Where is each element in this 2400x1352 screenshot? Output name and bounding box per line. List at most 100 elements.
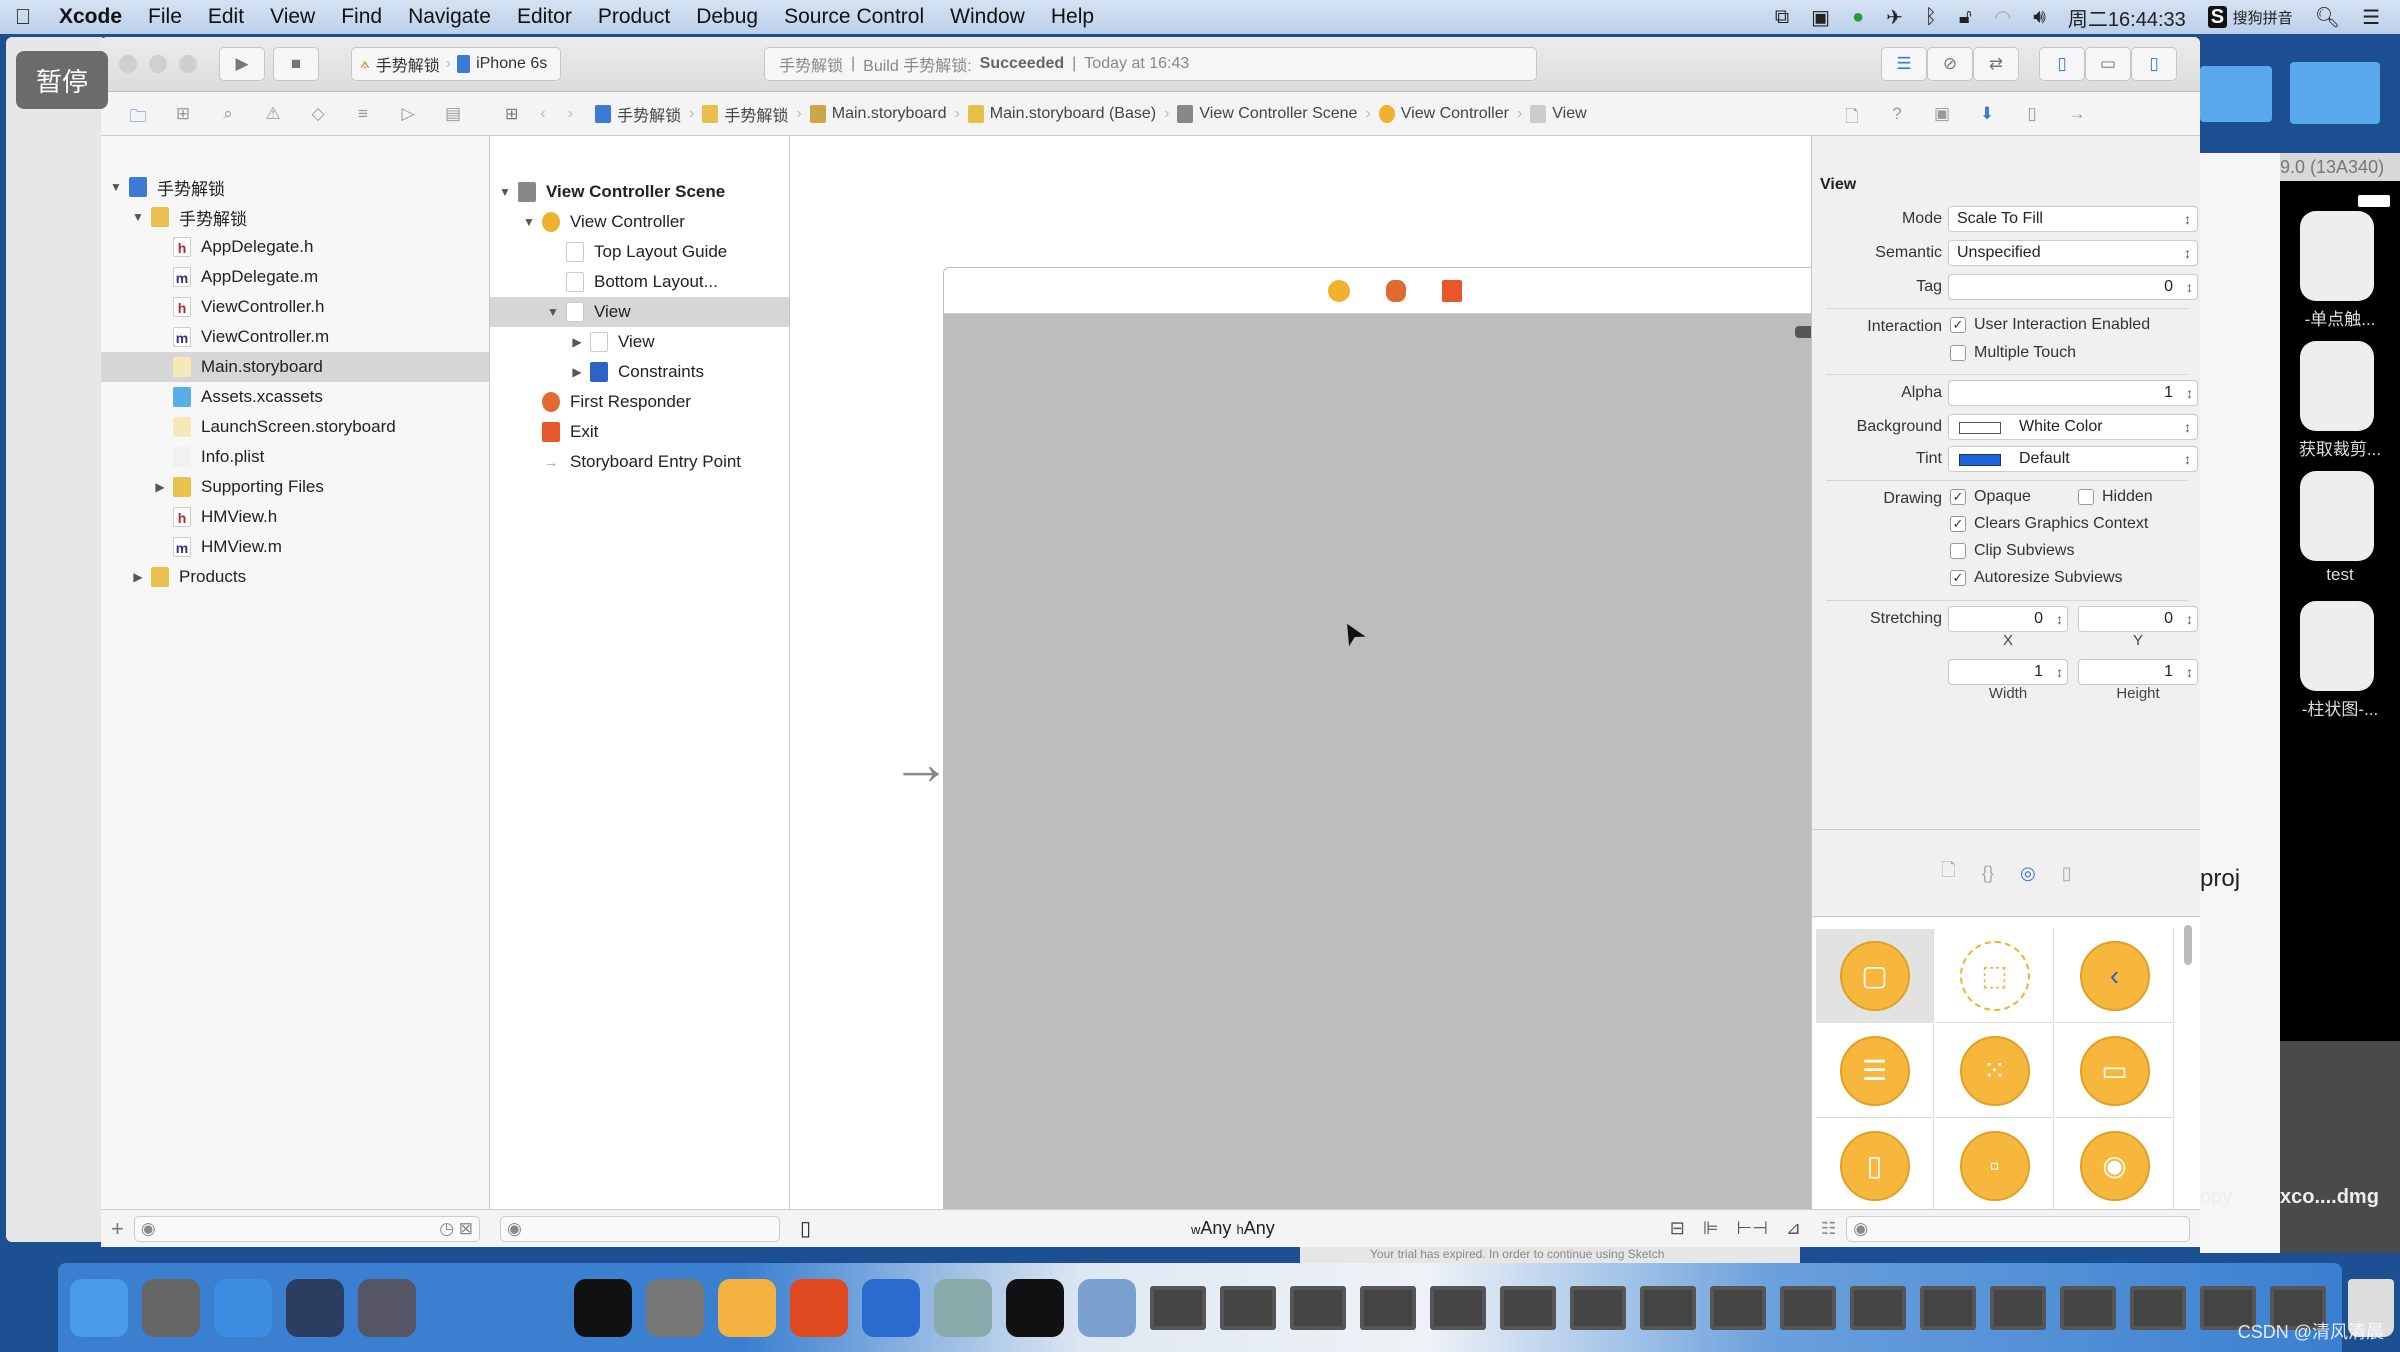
outline-item[interactable]: First Responder xyxy=(490,387,789,417)
wifi-icon[interactable]: ◠ xyxy=(1994,5,2011,30)
library-scrollbar[interactable] xyxy=(2184,925,2192,965)
file-template-library-icon[interactable]: 🗋︎ xyxy=(1941,858,1955,888)
library-item-table-view-controller[interactable]: ☰ xyxy=(1816,1024,1934,1118)
mode-select[interactable]: Scale To Fill xyxy=(1948,206,2198,232)
clock[interactable]: 周二16:44:33 xyxy=(2068,3,2186,32)
navigator-item[interactable]: m ViewController.m xyxy=(101,322,489,352)
volume-icon[interactable]: 🔊︎ xyxy=(2033,6,2046,29)
app-icon[interactable] xyxy=(2300,211,2374,301)
menu-product[interactable]: Product xyxy=(585,5,683,29)
dock-mouse-app-icon[interactable] xyxy=(286,1278,344,1337)
size-class-selector[interactable]: wAny hAny xyxy=(1191,1218,1275,1239)
spotlight-icon[interactable]: 🔍︎ xyxy=(2315,5,2340,30)
dock-window-thumbnail[interactable] xyxy=(2130,1285,2186,1330)
clip-subviews-checkbox[interactable]: Clip Subviews xyxy=(1950,542,2074,560)
dock-window-thumbnail[interactable] xyxy=(1290,1285,1346,1330)
jump-bar-item[interactable]: 手势解锁 xyxy=(595,102,681,126)
desktop-folder-icon[interactable] xyxy=(2290,62,2380,124)
recent-files-icon[interactable]: ◷ ⊠ xyxy=(439,1219,473,1239)
dock-window-thumbnail[interactable] xyxy=(1640,1285,1696,1330)
stretch-x-field[interactable]: 0 xyxy=(1948,606,2068,632)
toggle-debug-button[interactable]: ▭ xyxy=(2085,47,2131,81)
navigator-item[interactable]: LaunchScreen.storyboard xyxy=(101,412,489,442)
dock-terminal-icon[interactable] xyxy=(574,1278,632,1337)
outline-item[interactable]: Bottom Layout... xyxy=(490,267,789,297)
exit-icon[interactable] xyxy=(1441,279,1462,302)
checkbox-unchecked-icon[interactable] xyxy=(1950,345,1966,361)
dock-simulator-icon[interactable] xyxy=(502,1278,560,1337)
symbol-navigator-icon[interactable]: ⊞ xyxy=(172,104,194,124)
stretch-width-field[interactable]: 1 xyxy=(1948,659,2068,685)
dock-window-thumbnail[interactable] xyxy=(1430,1285,1486,1330)
menu-editor[interactable]: Editor xyxy=(504,5,585,29)
jump-bar-item[interactable]: View Controller xyxy=(1378,105,1509,123)
navigator-item[interactable]: h AppDelegate.h xyxy=(101,232,489,262)
menu-edit[interactable]: Edit xyxy=(195,5,257,29)
library-item-view-controller[interactable]: ▢ xyxy=(1816,929,1934,1023)
debug-navigator-icon[interactable]: ≡ xyxy=(352,104,374,124)
navigator-item[interactable]: ▼ 手势解锁 xyxy=(101,202,489,232)
outline-item[interactable]: ▶ Constraints xyxy=(490,357,789,387)
first-responder-icon[interactable] xyxy=(1385,279,1406,302)
disclosure-open-icon[interactable]: ▼ xyxy=(522,215,536,229)
dock-window-thumbnail[interactable] xyxy=(1780,1285,1836,1330)
tint-color-swatch[interactable] xyxy=(1959,454,2001,466)
dock-window-thumbnail[interactable] xyxy=(2060,1285,2116,1330)
library-item-split-view-controller[interactable]: ▯ xyxy=(1816,1119,1934,1213)
view-controller-scene[interactable] xyxy=(943,267,1846,1218)
menu-source-control[interactable]: Source Control xyxy=(771,5,937,29)
navigator-item[interactable]: ▶ Supporting Files xyxy=(101,472,489,502)
stop-button[interactable]: ■ xyxy=(273,47,319,81)
tag-field[interactable]: 0 xyxy=(1948,274,2198,300)
storyboard-entry-arrow-icon[interactable]: → xyxy=(891,734,951,794)
navigator-item[interactable]: m AppDelegate.m xyxy=(101,262,489,292)
toggle-navigator-button[interactable]: ▯ xyxy=(2039,47,2085,81)
test-navigator-icon[interactable]: ◇ xyxy=(307,104,329,124)
checkbox-checked-icon[interactable]: ✓ xyxy=(1950,570,1966,586)
navigator-item[interactable]: h HMView.h xyxy=(101,502,489,532)
navigator-item[interactable]: Assets.xcassets xyxy=(101,382,489,412)
toggle-outline-icon[interactable]: ▯ xyxy=(800,1216,811,1241)
run-button[interactable]: ▶ xyxy=(219,47,265,81)
find-navigator-icon[interactable]: ⌕ xyxy=(217,104,239,124)
jump-bar-item[interactable]: Main.storyboard xyxy=(809,105,946,123)
record-icon[interactable]: ▣ xyxy=(1811,5,1830,30)
file-inspector-icon[interactable]: 🗋︎ xyxy=(1841,104,1863,126)
version-editor-button[interactable]: ⇄ xyxy=(1973,47,2019,81)
align-icon[interactable]: ⊫ xyxy=(1703,1218,1719,1239)
clears-graphics-context-checkbox[interactable]: ✓ Clears Graphics Context xyxy=(1950,515,2148,533)
menu-help[interactable]: Help xyxy=(1038,5,1107,29)
issue-navigator-icon[interactable]: ⚠ xyxy=(262,104,284,124)
outline-item[interactable]: ▼ View Controller Scene xyxy=(490,177,789,207)
back-icon[interactable]: ‹ xyxy=(540,105,545,123)
pause-overlay[interactable]: 暂停 xyxy=(16,51,108,109)
library-item-page-view-controller[interactable]: ▫ xyxy=(1936,1119,2054,1213)
dock-sketch-icon[interactable] xyxy=(718,1278,776,1337)
semantic-select[interactable]: Unspecified xyxy=(1948,240,2198,266)
library-filter-input[interactable]: ◉ xyxy=(1846,1215,2190,1242)
dock-window-thumbnail[interactable] xyxy=(1360,1285,1416,1330)
checkbox-unchecked-icon[interactable] xyxy=(2078,489,2094,505)
navigator-item[interactable]: ▶ Products xyxy=(101,562,489,592)
disclosure-closed-icon[interactable]: ▶ xyxy=(570,365,584,379)
disclosure-closed-icon[interactable]: ▶ xyxy=(153,480,167,494)
zoom-button[interactable] xyxy=(179,55,197,73)
dock-window-thumbnail[interactable] xyxy=(1710,1285,1766,1330)
outline-filter-input[interactable]: ◉ xyxy=(500,1215,780,1242)
dock-window-thumbnail[interactable] xyxy=(1150,1285,1206,1330)
background-color-swatch[interactable] xyxy=(1959,422,2001,434)
notification-center-icon[interactable]: ☰ xyxy=(2362,5,2380,30)
navigator-item[interactable]: Main.storyboard xyxy=(101,352,489,382)
navigator-filter-input[interactable]: ◉ ◷ ⊠ xyxy=(133,1215,480,1242)
bluetooth-icon[interactable]: ᛒ xyxy=(1925,6,1937,29)
app-status-icon[interactable]: ● xyxy=(1852,6,1864,29)
quick-help-icon[interactable]: ? xyxy=(1886,104,1908,124)
desktop-folder-icon[interactable] xyxy=(2200,66,2272,122)
dock-safari-icon[interactable] xyxy=(214,1278,272,1337)
dock-parallels-icon[interactable] xyxy=(862,1278,920,1337)
disclosure-closed-icon[interactable]: ▶ xyxy=(131,570,145,584)
menu-window[interactable]: Window xyxy=(937,5,1038,29)
library-item-navigation-controller[interactable]: ‹ xyxy=(2056,929,2174,1023)
alpha-field[interactable]: 1 xyxy=(1948,380,2198,406)
pin-icon[interactable]: ⊢⊣ xyxy=(1737,1218,1768,1239)
